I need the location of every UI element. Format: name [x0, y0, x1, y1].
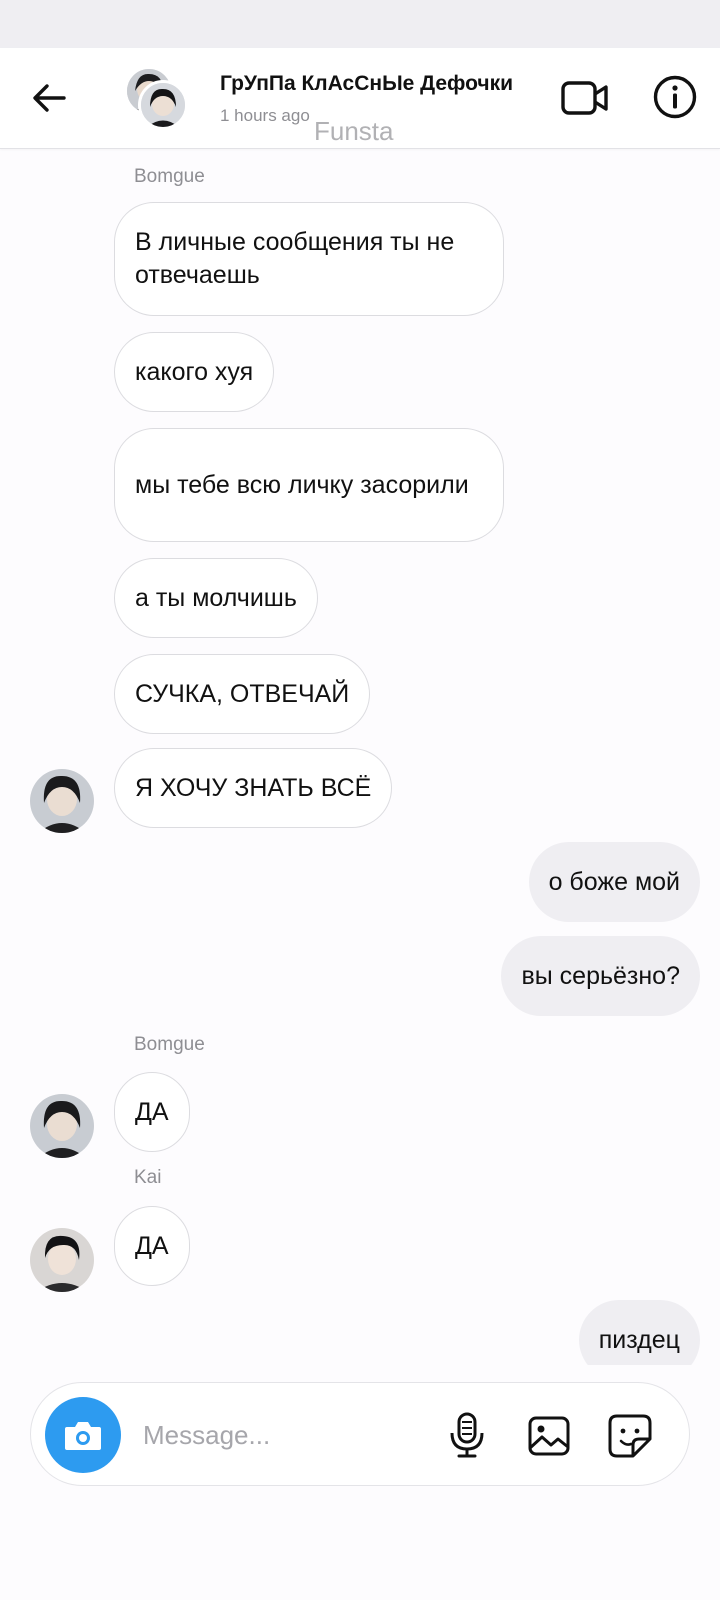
incoming-message[interactable]: СУЧКА, ОТВЕЧАЙ — [114, 654, 371, 734]
outgoing-message[interactable]: пиздец — [578, 1300, 700, 1365]
image-icon[interactable] — [527, 1415, 571, 1457]
incoming-message[interactable]: ДА — [114, 1072, 190, 1152]
group-avatar[interactable] — [124, 66, 190, 132]
video-camera-icon[interactable] — [560, 76, 610, 120]
message-input[interactable] — [141, 1411, 435, 1459]
sender-avatar[interactable] — [30, 769, 94, 833]
message-composer — [30, 1382, 690, 1486]
chat-title[interactable]: ГрУпПа КлАсСнЫе Дефочки — [220, 72, 530, 96]
sender-name: Bomgue — [134, 1034, 205, 1055]
message-thread[interactable]: Bomgue В личные сообщения ты не отвечаеш… — [0, 149, 720, 1365]
watermark: Funsta — [314, 116, 394, 146]
incoming-message[interactable]: а ты молчишь — [114, 558, 318, 638]
status-bar — [0, 0, 720, 48]
incoming-message[interactable]: Я ХОЧУ ЗНАТЬ ВСЁ — [114, 748, 393, 828]
last-active-status: 1 hours ago — [220, 106, 310, 125]
arrow-left-icon[interactable] — [30, 78, 70, 118]
outgoing-message[interactable]: о боже мой — [528, 842, 700, 922]
incoming-message[interactable]: какого хуя — [114, 332, 275, 412]
sender-name: Kai — [134, 1167, 162, 1188]
microphone-icon[interactable] — [445, 1411, 489, 1459]
incoming-message[interactable]: В личные сообщения ты не отвечаешь — [114, 202, 504, 316]
sender-name: Bomgue — [134, 166, 205, 187]
outgoing-message[interactable]: вы серьёзно? — [501, 936, 700, 1016]
incoming-message[interactable]: ДА — [114, 1206, 190, 1286]
info-icon[interactable] — [652, 74, 698, 120]
member-avatar — [138, 80, 188, 130]
sender-avatar[interactable] — [30, 1228, 94, 1292]
sender-avatar[interactable] — [30, 1094, 94, 1158]
sticker-icon[interactable] — [607, 1413, 653, 1459]
camera-button[interactable] — [45, 1397, 121, 1473]
camera-icon — [65, 1422, 101, 1450]
incoming-message[interactable]: мы тебе всю личку засорили — [114, 428, 504, 542]
chat-header: ГрУпПа КлАсСнЫе Дефочки 1 hours ago Funs… — [0, 48, 720, 149]
